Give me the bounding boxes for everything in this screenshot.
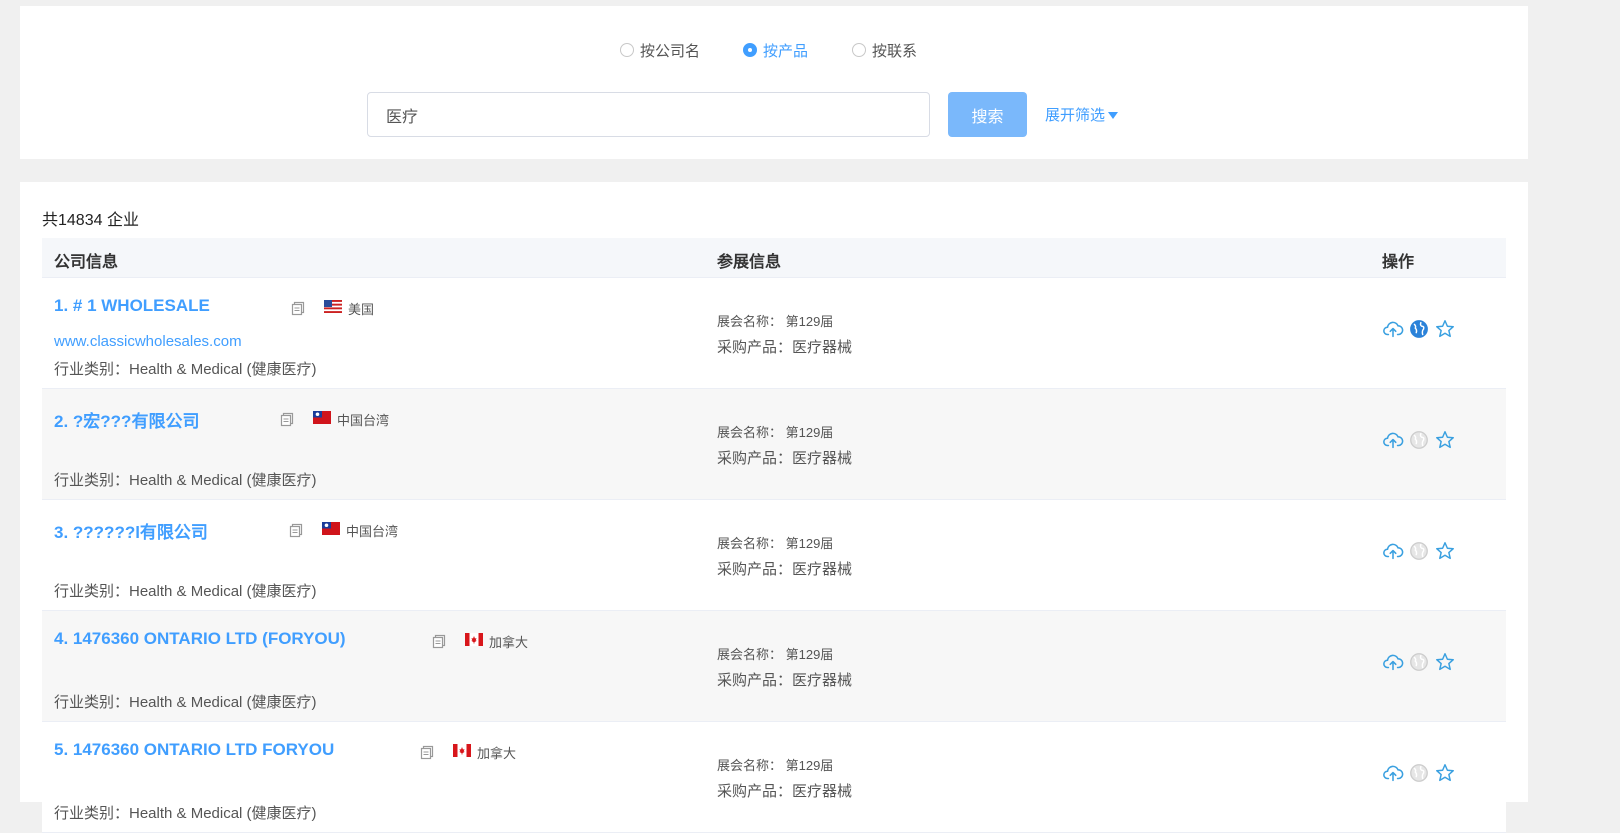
purchase-product: 采购产品：医疗器械 xyxy=(717,339,853,356)
company-name-link[interactable]: 1. # 1 WHOLESALE xyxy=(54,296,210,316)
expo-name: 展会名称： 第129届 xyxy=(717,647,834,662)
industry-category: 行业类别：Health & Medical (健康医疗) xyxy=(54,694,317,711)
copy-icon[interactable] xyxy=(419,744,435,760)
globe-icon xyxy=(1408,429,1430,451)
radio-by-contact[interactable]: 按联系 xyxy=(852,38,917,62)
globe-icon[interactable] xyxy=(1408,318,1430,340)
industry-category: 行业类别：Health & Medical (健康医疗) xyxy=(54,583,317,600)
row-actions xyxy=(1382,762,1460,784)
radio-label: 按产品 xyxy=(763,42,809,60)
search-mode-group: 按公司名 按产品 按联系 xyxy=(20,38,1528,62)
star-icon[interactable] xyxy=(1434,318,1456,340)
table-row: 1. # 1 WHOLESALE 美国 www.classicwholesales.… xyxy=(42,278,1506,389)
results-panel: 共14834 企业 公司信息 参展信息 操作 1. # 1 WHOLESALE 美… xyxy=(20,182,1528,833)
table-row: 4. 1476360 ONTARIO LTD (FORYOU) 加拿大行业类别：H… xyxy=(42,611,1506,722)
radio-label: 按联系 xyxy=(872,42,918,60)
caret-down-icon xyxy=(1108,112,1119,119)
radio-circle xyxy=(620,43,634,57)
expo-name: 展会名称： 第129届 xyxy=(717,536,834,551)
purchase-product: 采购产品：医疗器械 xyxy=(717,561,853,578)
purchase-product: 采购产品：医疗器械 xyxy=(717,783,853,800)
industry-category: 行业类别：Health & Medical (健康医疗) xyxy=(54,805,317,822)
radio-by-company[interactable]: 按公司名 xyxy=(620,38,700,62)
company-name-link[interactable]: 5. 1476360 ONTARIO LTD FORYOU xyxy=(54,740,334,760)
radio-circle xyxy=(852,43,866,57)
table-row: 3. ??????l有限公司 中国台湾行业类别：Health & Medical … xyxy=(42,500,1506,611)
copy-icon[interactable] xyxy=(288,522,304,538)
globe-icon xyxy=(1408,540,1430,562)
globe-icon xyxy=(1408,762,1430,784)
table-header: 公司信息 参展信息 操作 xyxy=(42,238,1506,278)
industry-category: 行业类别：Health & Medical (健康医疗) xyxy=(54,361,317,378)
expo-name: 展会名称： 第129届 xyxy=(717,425,834,440)
cloud-upload-icon[interactable] xyxy=(1382,429,1404,451)
copy-icon[interactable] xyxy=(279,411,295,427)
row-actions xyxy=(1382,540,1460,562)
radio-circle xyxy=(743,43,757,57)
search-panel: 按公司名 按产品 按联系 搜索 展开筛选 xyxy=(20,6,1528,159)
cloud-upload-icon[interactable] xyxy=(1382,318,1404,340)
table-row: 5. 1476360 ONTARIO LTD FORYOU 加拿大行业类别：Hea… xyxy=(42,722,1506,833)
radio-label: 按公司名 xyxy=(640,42,701,60)
copy-icon[interactable] xyxy=(290,300,306,316)
column-header-expo: 参展信息 xyxy=(717,254,782,271)
search-button[interactable]: 搜索 xyxy=(948,92,1027,137)
expand-filter-toggle[interactable]: 展开筛选 xyxy=(1045,104,1119,125)
total-count: 共14834 企业 xyxy=(42,212,139,229)
country-label: 中国台湾 xyxy=(346,524,399,539)
search-input[interactable] xyxy=(367,92,930,137)
row-actions xyxy=(1382,318,1460,340)
column-header-ops: 操作 xyxy=(1382,254,1415,271)
expand-filter-label: 展开筛选 xyxy=(1045,107,1106,124)
star-icon[interactable] xyxy=(1434,762,1456,784)
country-label: 加拿大 xyxy=(477,746,517,761)
website-link[interactable]: www.classicwholesales.com xyxy=(54,333,242,350)
industry-category: 行业类别：Health & Medical (健康医疗) xyxy=(54,472,317,489)
column-header-company: 公司信息 xyxy=(54,254,119,271)
globe-icon xyxy=(1408,651,1430,673)
company-name-link[interactable]: 3. ??????l有限公司 xyxy=(54,518,208,543)
company-name-link[interactable]: 2. ?宏???有限公司 xyxy=(54,407,199,432)
country-label: 中国台湾 xyxy=(337,413,390,428)
row-actions xyxy=(1382,429,1460,451)
copy-icon[interactable] xyxy=(431,633,447,649)
row-actions xyxy=(1382,651,1460,673)
country-label: 美国 xyxy=(348,302,375,317)
purchase-product: 采购产品：医疗器械 xyxy=(717,672,853,689)
star-icon[interactable] xyxy=(1434,651,1456,673)
cloud-upload-icon[interactable] xyxy=(1382,540,1404,562)
country-label: 加拿大 xyxy=(489,635,529,650)
company-name-link[interactable]: 4. 1476360 ONTARIO LTD (FORYOU) xyxy=(54,629,346,649)
purchase-product: 采购产品：医疗器械 xyxy=(717,450,853,467)
cloud-upload-icon[interactable] xyxy=(1382,651,1404,673)
radio-by-product[interactable]: 按产品 xyxy=(743,38,808,62)
cloud-upload-icon[interactable] xyxy=(1382,762,1404,784)
expo-name: 展会名称： 第129届 xyxy=(717,758,834,773)
star-icon[interactable] xyxy=(1434,429,1456,451)
star-icon[interactable] xyxy=(1434,540,1456,562)
expo-name: 展会名称： 第129届 xyxy=(717,314,834,329)
table-row: 2. ?宏???有限公司 中国台湾行业类别：Health & Medical (健… xyxy=(42,389,1506,500)
